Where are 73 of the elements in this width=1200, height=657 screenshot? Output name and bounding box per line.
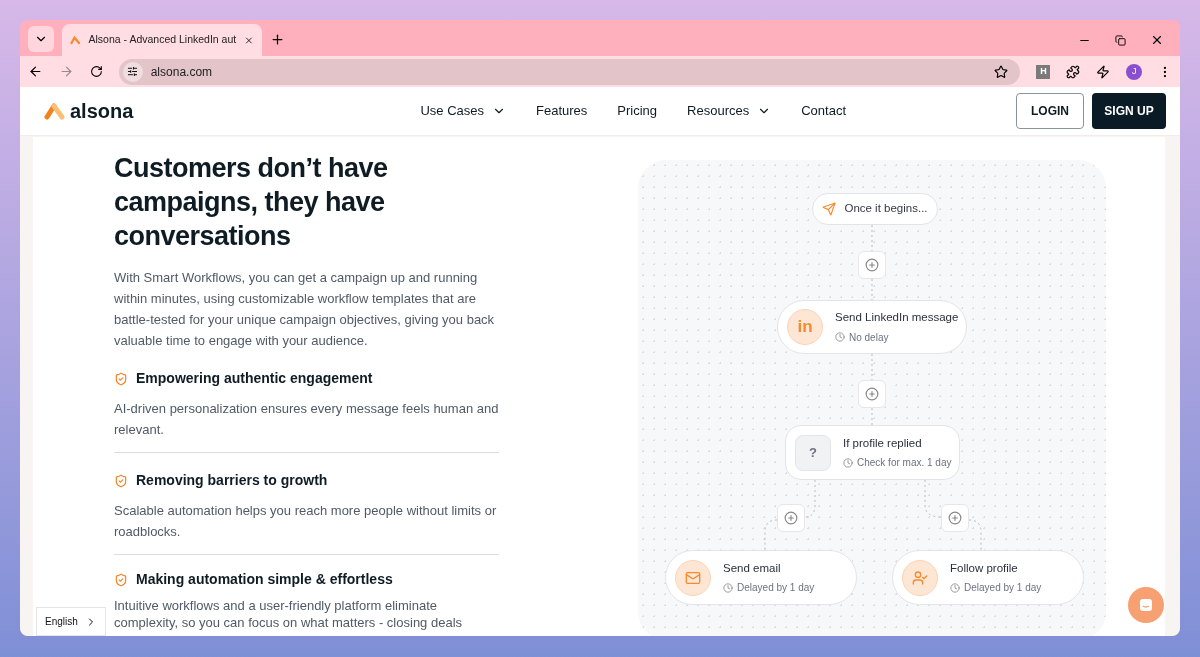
extensions-icon[interactable] [1066,64,1081,79]
node-title: If profile replied [843,435,923,451]
workflow-node[interactable]: Follow profile Delayed by 1 day [892,550,1084,605]
profile-avatar[interactable]: J [1126,63,1143,80]
feature-title: Empowering authentic engagement [136,369,373,388]
nav-link[interactable]: Contact [801,101,846,121]
connector-line [764,479,816,551]
feature-title: Removing barriers to growth [136,471,328,490]
restore-icon[interactable] [1115,34,1126,46]
login-button[interactable]: LOGIN [1016,93,1084,129]
nav-link[interactable]: Resources [687,101,772,121]
chat-icon [1138,597,1154,613]
forward-icon[interactable] [58,64,74,79]
feature-description: Scalable automation helps you reach more people without limits or roadblocks. [114,502,498,541]
bolt-icon[interactable] [1096,64,1111,79]
extension-icon[interactable]: H [1036,64,1051,79]
close-window-icon[interactable] [1150,33,1164,47]
clock-icon [950,582,960,593]
intro-paragraph: With Smart Workflows, you can get a campaign up and running within minutes, using customizable workflow templates that are battle-tested for your unique campaign objectives, giving you back valuable time to engage with your audience. [114,269,496,350]
feature-title: Making automation simple & effortless [136,570,393,589]
new-tab-icon[interactable] [270,32,285,47]
node-title: Send email [723,560,782,576]
shield-check-icon [114,572,128,587]
browser-tab[interactable]: Alsona - Advanced LinkedIn aut [62,24,262,56]
paper-plane-icon [822,202,837,216]
site-settings-icon[interactable] [122,61,143,82]
nav-link[interactable]: Features [536,101,588,121]
plus-circle-icon [948,511,962,525]
plus-circle-icon [865,258,879,272]
question-badge: ? [795,434,831,471]
add-step-button[interactable] [777,504,805,532]
add-step-button[interactable] [941,504,969,532]
clock-icon [835,332,845,343]
add-step-button[interactable] [858,380,886,408]
logo-icon [70,34,81,46]
tab-title: Alsona - Advanced LinkedIn aut [88,32,237,48]
workflow-node[interactable]: in Send LinkedIn message No delay [777,300,967,354]
plus-circle-icon [784,511,798,525]
logo-text[interactable]: alsona [70,96,134,126]
feature-description: AI-driven personalization ensures every message feels human and relevant. [114,400,499,439]
logo-icon [44,102,66,120]
signup-button[interactable]: SIGN UP [1092,93,1166,129]
user-check-icon [902,559,938,596]
workflow-node[interactable]: ? If profile replied Check for max. 1 day [785,425,960,480]
node-title: Follow profile [950,560,1019,576]
start-node[interactable]: Once it begins... [812,193,938,225]
node-detail: Check for max. 1 day [857,456,952,471]
plus-circle-icon [865,387,879,401]
linkedin-badge: in [787,309,823,345]
reload-icon[interactable] [89,65,103,78]
shield-check-icon [114,371,128,386]
connector-line [924,479,982,551]
node-detail: Delayed by 1 day [964,581,1042,596]
tab-list-button[interactable] [28,26,54,52]
hero-heading: Customers don’t have campaigns, they have conversations [114,152,389,253]
clock-icon [843,457,853,468]
language-selector[interactable]: English [36,607,106,636]
back-icon[interactable] [28,64,43,79]
clock-icon [723,582,733,593]
address-bar[interactable]: alsona.com [118,58,1021,85]
nav-link[interactable]: Use Cases [420,101,506,121]
add-step-button[interactable] [858,251,886,279]
node-title: Send LinkedIn message [835,310,959,326]
start-label: Once it begins... [844,201,928,217]
workflow-node[interactable]: Send email Delayed by 1 day [665,550,857,605]
feature-description: Intuitive workflows and a user-friendly platform eliminate complexity, so you can focus on what matters - closing deals [114,597,464,631]
nav-link[interactable]: Pricing [617,101,658,121]
url-text: alsona.com [150,63,213,81]
envelope-icon [675,559,711,596]
node-detail: No delay [849,330,889,345]
node-detail: Delayed by 1 day [737,581,815,596]
shield-check-icon [114,473,128,488]
bookmark-star-icon[interactable] [994,64,1009,79]
